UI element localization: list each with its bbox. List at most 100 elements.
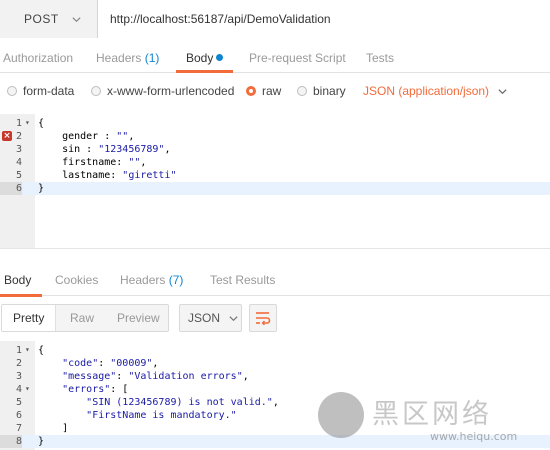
radio-selected-icon (246, 86, 256, 96)
code-text: { (38, 345, 45, 356)
tab-label: Headers (120, 273, 166, 287)
chevron-down-icon (229, 315, 238, 321)
active-tab-indicator (0, 294, 43, 297)
tab-label: Cookies (55, 273, 99, 287)
format-select[interactable]: JSON (179, 304, 242, 332)
pretty-button[interactable]: Pretty (2, 305, 57, 331)
tab-label: Test Results (210, 273, 276, 287)
line-number: 5 (15, 170, 22, 181)
code-line: 1 ▾ { (0, 117, 550, 130)
method-select[interactable]: POST (0, 0, 98, 38)
url-input[interactable]: http://localhost:56187/api/DemoValidatio… (99, 0, 550, 38)
raw-button[interactable]: Raw (70, 305, 94, 331)
code-text: } (38, 183, 45, 194)
line-number: 8 (0, 435, 22, 448)
response-toolbar: Pretty Raw Preview JSON (0, 304, 550, 334)
tab-headers[interactable]: Headers (1) (96, 38, 159, 72)
content-type-select[interactable]: JSON (application/json) (363, 84, 508, 98)
method-label: POST (24, 12, 59, 26)
radio-binary[interactable]: binary (297, 84, 346, 98)
line-number: 7 (15, 423, 22, 434)
radio-form-data[interactable]: form-data (7, 84, 74, 98)
chevron-down-icon (72, 16, 81, 22)
tab-label: Body (186, 51, 214, 65)
fold-arrow-icon[interactable]: ▾ (25, 118, 33, 128)
line-number: 6 (15, 410, 22, 421)
chevron-down-icon (498, 88, 507, 94)
radio-urlencoded[interactable]: x-www-form-urlencoded (91, 84, 234, 98)
code-text: "errors": [ (62, 384, 129, 395)
code-line: 5 lastname: "giretti" (0, 169, 550, 182)
tab-test-results[interactable]: Test Results (210, 262, 275, 296)
tab-prerequest-script[interactable]: Pre-request Script (249, 38, 346, 72)
line-number: 1 (15, 118, 22, 129)
line-number: 3 (15, 371, 22, 382)
code-text: lastname: "giretti" (38, 170, 177, 181)
code-line: 2 × gender : "", (0, 130, 550, 143)
line-number: 1 (15, 345, 22, 356)
tab-response-headers[interactable]: Headers (7) (120, 262, 183, 296)
body-type-options: form-data x-www-form-urlencoded raw bina… (0, 73, 550, 109)
radio-label: raw (262, 84, 282, 98)
tab-label: Tests (366, 51, 395, 65)
content-type-label: JSON (application/json) (363, 84, 490, 98)
error-marker-icon[interactable]: × (2, 131, 12, 141)
code-line: 4 firstname: "", (0, 156, 550, 169)
code-line: 3 "message": "Validation errors", (0, 370, 550, 383)
watermark: 黑区网络 www.heiqu.com (318, 388, 550, 450)
code-text: } (38, 436, 45, 447)
line-number: 2 (15, 358, 22, 369)
fold-arrow-icon[interactable]: ▾ (25, 345, 33, 355)
format-label: JSON (188, 311, 221, 325)
wrap-lines-button[interactable] (249, 304, 277, 332)
tab-body[interactable]: Body (176, 38, 234, 73)
pane-divider[interactable] (0, 248, 550, 259)
tab-tests[interactable]: Tests (366, 38, 394, 72)
radio-label: binary (313, 84, 346, 98)
mushroom-logo-icon (318, 392, 364, 438)
code-line: 2 "code": "00009", (0, 357, 550, 370)
line-number: 3 (15, 144, 22, 155)
code-text: "FirstName is mandatory." (86, 410, 237, 421)
view-mode-toggle: Pretty Raw Preview (1, 304, 169, 332)
code-text: sin : "123456789", (38, 144, 171, 155)
request-tabs: Authorization Headers (1) Body Pre-reque… (0, 38, 550, 73)
radio-circle-icon (7, 86, 17, 96)
code-text: "message": "Validation errors", (62, 371, 249, 382)
code-text: { (38, 118, 45, 129)
code-text: "SIN (123456789) is not valid.", (86, 397, 279, 408)
line-number: 4 (15, 157, 22, 168)
radio-label: x-www-form-urlencoded (107, 84, 235, 98)
code-line: 3 sin : "123456789", (0, 143, 550, 156)
fold-arrow-icon[interactable]: ▾ (25, 384, 33, 394)
modified-dot-icon (216, 54, 224, 61)
tab-authorization[interactable]: Authorization (3, 38, 73, 72)
preview-button[interactable]: Preview (117, 305, 160, 331)
radio-circle-icon (297, 86, 307, 96)
radio-label: form-data (23, 84, 75, 98)
watermark-text: 黑区网络 (372, 399, 492, 430)
line-number: 5 (15, 397, 22, 408)
tab-label: Body (4, 273, 32, 287)
response-tabs: Body Cookies Headers (7) Test Results (0, 262, 550, 297)
tab-label: Authorization (3, 51, 74, 65)
line-number: 4 (15, 384, 22, 395)
code-text: "code": "00009", (62, 358, 159, 369)
tab-response-body[interactable]: Body (0, 262, 43, 297)
url-bar: POST http://localhost:56187/api/DemoVali… (0, 0, 550, 38)
code-line: 6} (0, 182, 550, 195)
watermark-url: www.heiqu.com (430, 430, 518, 443)
headers-count: (1) (144, 51, 160, 65)
line-number: 6 (0, 182, 22, 195)
tab-label: Headers (96, 51, 142, 65)
code-text: ] (38, 423, 69, 434)
tab-cookies[interactable]: Cookies (55, 262, 98, 296)
radio-raw[interactable]: raw (246, 84, 281, 98)
request-body-editor[interactable]: 1 ▾ {2 × gender : "", 3 sin : "123456789", 4 … (0, 114, 550, 248)
code-text: gender : "", (38, 131, 135, 142)
radio-circle-icon (91, 86, 101, 96)
code-text: firstname: "", (38, 157, 147, 168)
code-line: 1 ▾ { (0, 344, 550, 357)
headers-count: (7) (168, 273, 184, 287)
wrap-lines-icon (256, 312, 271, 325)
